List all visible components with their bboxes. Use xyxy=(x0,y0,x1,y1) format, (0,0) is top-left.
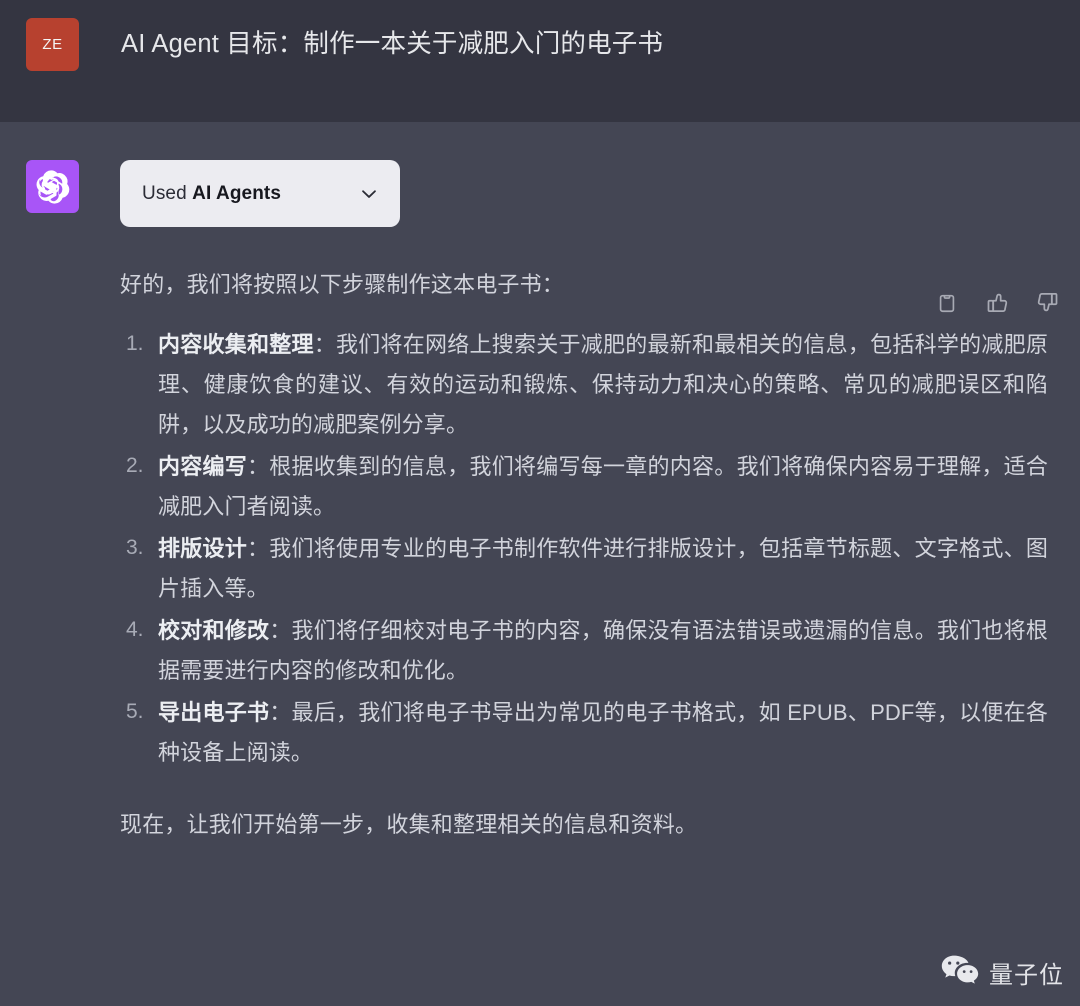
watermark: 量子位 xyxy=(940,953,1064,992)
list-item-body: ：我们将使用专业的电子书制作软件进行排版设计，包括章节标题、文字格式、图片插入等… xyxy=(158,535,1048,601)
closing-paragraph: 现在，让我们开始第一步，收集和整理相关的信息和资料。 xyxy=(120,811,698,837)
list-item-text: 校对和修改：我们将仔细校对电子书的内容，确保没有语法错误或遗漏的信息。我们也将根… xyxy=(158,611,1050,691)
list-item-text: 内容编写：根据收集到的信息，我们将编写每一章的内容。我们将确保内容易于理解，适合… xyxy=(158,447,1050,527)
wechat-icon xyxy=(940,953,980,992)
plugin-pill-prefix: Used xyxy=(142,182,193,204)
assistant-response-row: Used AI Agents 好的，我们将按照以下步骤制作这本电子书： 1. 内… xyxy=(0,122,1080,1006)
used-plugin-dropdown[interactable]: Used AI Agents xyxy=(120,160,400,227)
list-item-text: 内容收集和整理：我们将在网络上搜索关于减肥的最新和最相关的信息，包括科学的减肥原… xyxy=(158,325,1050,445)
message-actions xyxy=(932,290,1062,320)
list-item-title: 内容收集和整理 xyxy=(158,331,314,357)
assistant-avatar xyxy=(26,160,79,213)
intro-paragraph: 好的，我们将按照以下步骤制作这本电子书： xyxy=(120,272,565,297)
thumbs-up-icon xyxy=(986,291,1009,319)
chat-screenshot: ZE AI Agent 目标：制作一本关于减肥入门的电子书 Used AI Ag… xyxy=(0,0,1080,1006)
copy-button[interactable] xyxy=(932,290,962,320)
user-avatar-initials: ZE xyxy=(42,36,63,53)
plugin-pill-label: Used AI Agents xyxy=(142,183,281,205)
list-item-body: ：最后，我们将电子书导出为常见的电子书格式，如 EPUB、PDF等，以便在各种设… xyxy=(158,699,1048,765)
plugin-pill-name: AI Agents xyxy=(192,182,282,204)
list-item-number: 3. xyxy=(126,535,144,559)
user-prompt-row: ZE AI Agent 目标：制作一本关于减肥入门的电子书 xyxy=(0,0,1080,122)
user-avatar: ZE xyxy=(26,18,79,71)
chevron-down-icon[interactable] xyxy=(358,183,380,205)
list-item-text: 排版设计：我们将使用专业的电子书制作软件进行排版设计，包括章节标题、文字格式、图… xyxy=(158,529,1050,609)
list-item: 1. 内容收集和整理：我们将在网络上搜索关于减肥的最新和最相关的信息，包括科学的… xyxy=(120,325,1050,445)
watermark-label: 量子位 xyxy=(989,962,1064,989)
thumbs-down-icon xyxy=(1036,291,1059,319)
list-item-title: 排版设计 xyxy=(158,535,248,561)
list-item: 2. 内容编写：根据收集到的信息，我们将编写每一章的内容。我们将确保内容易于理解… xyxy=(120,447,1050,527)
list-item: 4. 校对和修改：我们将仔细校对电子书的内容，确保没有语法错误或遗漏的信息。我们… xyxy=(120,611,1050,691)
list-item-number: 2. xyxy=(126,453,144,477)
steps-list: 1. 内容收集和整理：我们将在网络上搜索关于减肥的最新和最相关的信息，包括科学的… xyxy=(120,325,1050,773)
list-item-body: ：根据收集到的信息，我们将编写每一章的内容。我们将确保内容易于理解，适合减肥入门… xyxy=(158,453,1048,519)
openai-logo-icon xyxy=(36,169,70,204)
list-item-title: 内容编写 xyxy=(158,453,248,479)
list-item-number: 1. xyxy=(126,331,144,355)
list-item-number: 4. xyxy=(126,617,144,641)
thumbs-up-button[interactable] xyxy=(982,290,1012,320)
assistant-message-body: Used AI Agents 好的，我们将按照以下步骤制作这本电子书： 1. 内… xyxy=(120,160,1080,1006)
thumbs-down-button[interactable] xyxy=(1032,290,1062,320)
list-item-title: 校对和修改 xyxy=(158,617,270,643)
list-item: 3. 排版设计：我们将使用专业的电子书制作软件进行排版设计，包括章节标题、文字格… xyxy=(120,529,1050,609)
clipboard-icon xyxy=(936,292,958,319)
list-item-number: 5. xyxy=(126,699,144,723)
page-title: AI Agent 目标：制作一本关于减肥入门的电子书 xyxy=(121,30,664,58)
list-item-text: 导出电子书：最后，我们将电子书导出为常见的电子书格式，如 EPUB、PDF等，以… xyxy=(158,693,1050,773)
list-item-body: ：我们将仔细校对电子书的内容，确保没有语法错误或遗漏的信息。我们也将根据需要进行… xyxy=(158,617,1048,683)
list-item: 5. 导出电子书：最后，我们将电子书导出为常见的电子书格式，如 EPUB、PDF… xyxy=(120,693,1050,773)
list-item-title: 导出电子书 xyxy=(158,699,270,725)
